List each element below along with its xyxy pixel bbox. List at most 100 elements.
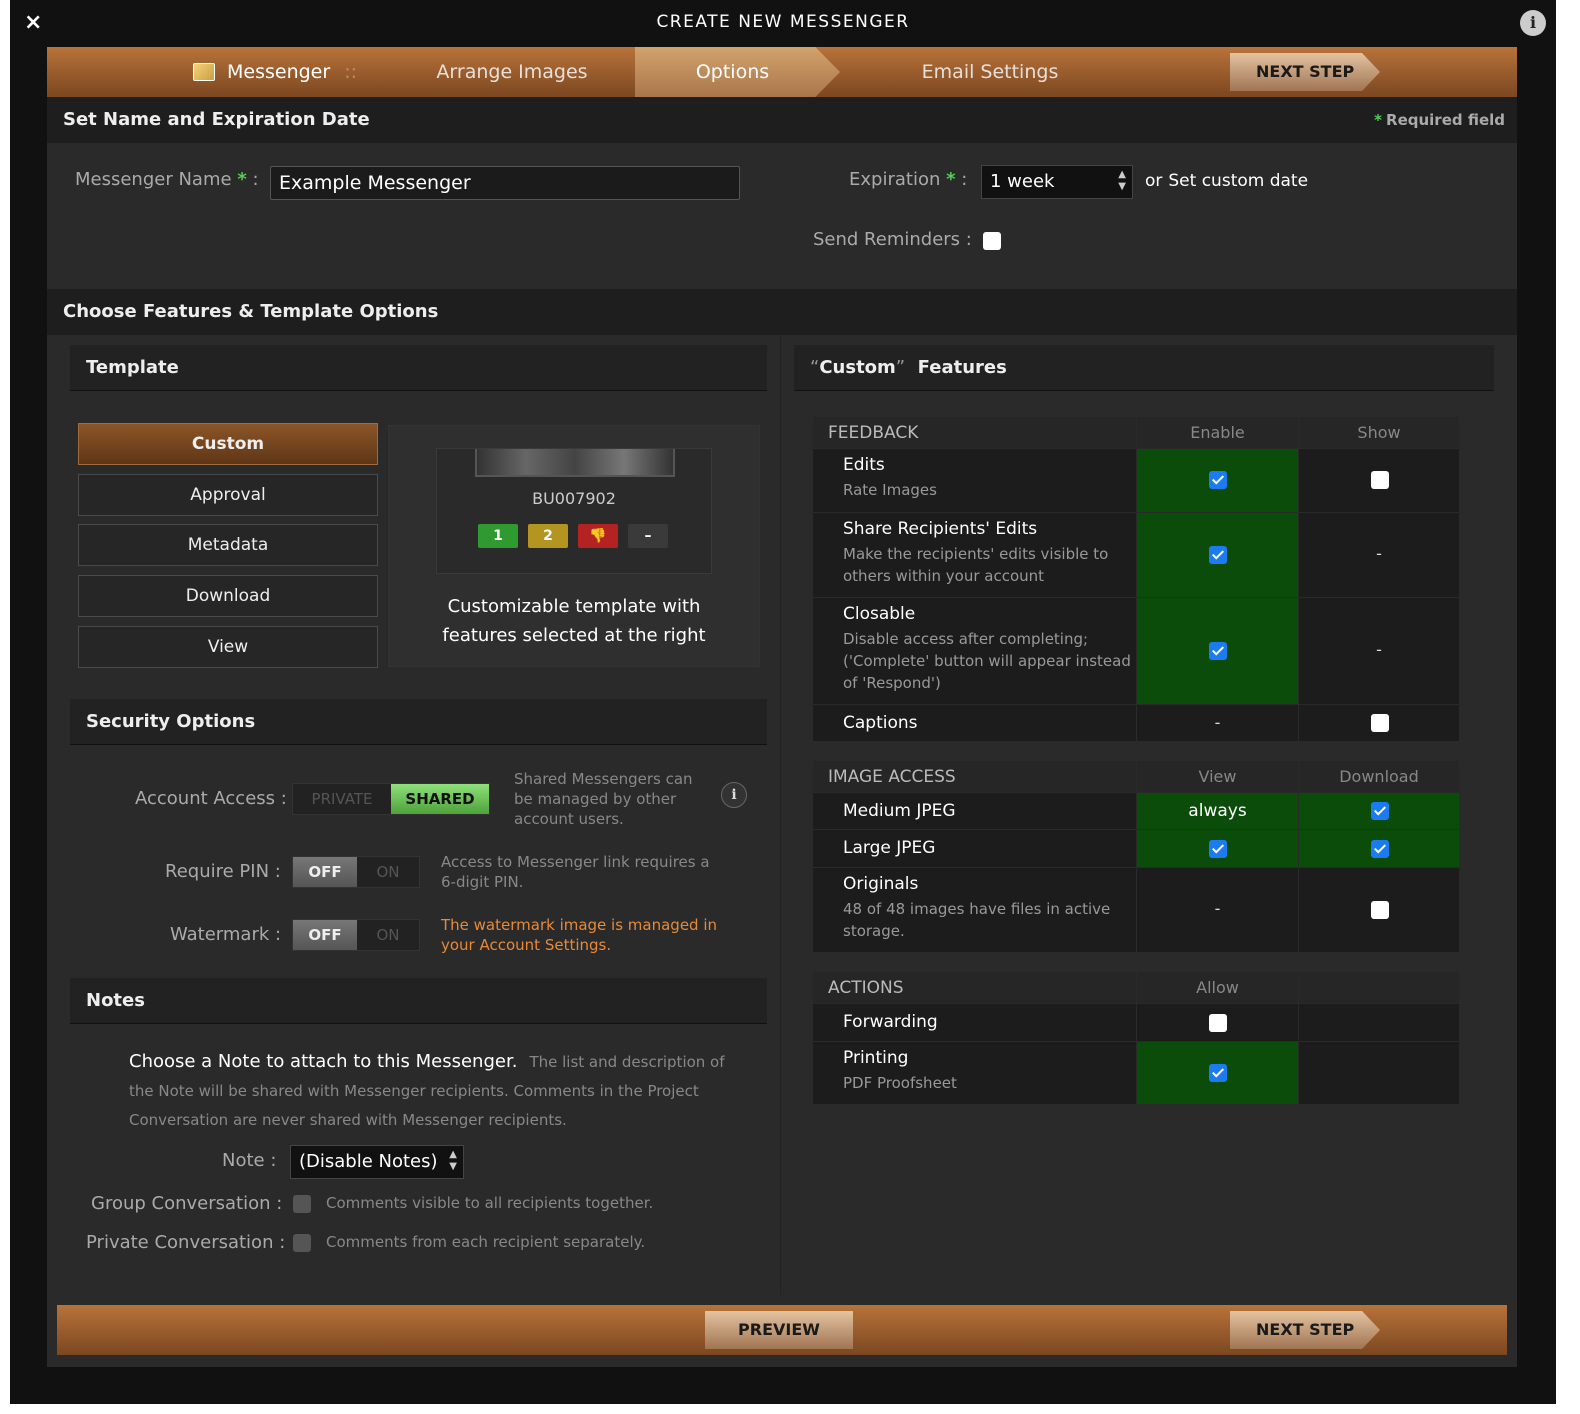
share-edits-enable-checkbox[interactable] (1209, 546, 1227, 564)
required-label: Required field (1386, 111, 1505, 129)
require-pin-label: Require PIN : (165, 861, 281, 882)
messenger-name-input[interactable]: Example Messenger (270, 166, 740, 200)
step-messenger[interactable]: Messenger:: (185, 47, 365, 97)
private-conversation-checkbox[interactable] (293, 1234, 311, 1252)
feature-row-large-jpeg: Large JPEG (813, 830, 1459, 868)
account-access-info-icon[interactable]: i (721, 782, 747, 808)
subtitle-line: storage. (843, 922, 905, 940)
originals-subtitle: 48 of 48 images have files in active sto… (843, 898, 1133, 942)
empty-column-header (1299, 972, 1459, 1003)
bottom-action-bar: PREVIEW NEXT STEP (57, 1305, 1507, 1355)
medium-jpeg-download-checkbox[interactable] (1371, 802, 1389, 820)
edits-subtitle: Rate Images (843, 481, 937, 499)
private-conversation-desc: Comments from each recipient separately. (326, 1233, 646, 1251)
watermark-toggle[interactable]: OFF ON (292, 919, 420, 951)
account-access-label: Account Access : (135, 788, 287, 809)
preview-button[interactable]: PREVIEW (705, 1311, 853, 1349)
image-access-header-row: IMAGE ACCESS View Download (813, 761, 1459, 793)
hint-line: account users. (514, 810, 624, 828)
step-email-settings[interactable]: Email Settings (890, 47, 1090, 97)
enable-column-header: Enable (1137, 417, 1298, 448)
thumbs-down-icon: 👎 (578, 524, 618, 548)
large-jpeg-view-cell (1137, 830, 1298, 867)
forwarding-allow-checkbox[interactable] (1209, 1014, 1227, 1032)
step-options-label: Options (695, 61, 770, 83)
feature-row-share-edits: Share Recipients' Edits Make the recipie… (813, 513, 1459, 598)
set-custom-date-link[interactable]: Set custom date (1168, 171, 1308, 191)
closable-enable-cell (1137, 598, 1298, 704)
actions-header: ACTIONS (813, 972, 1136, 1003)
modal-content: Messenger:: Arrange Images Options Email… (47, 47, 1517, 1367)
closable-enable-checkbox[interactable] (1209, 642, 1227, 660)
next-step-button-top[interactable]: NEXT STEP (1230, 53, 1380, 91)
hint-line: be managed by other (514, 790, 677, 808)
edits-show-cell (1299, 449, 1459, 512)
download-column-header: Download (1299, 761, 1459, 792)
template-panel-header: Template (70, 345, 767, 391)
printing-allow-checkbox[interactable] (1209, 1064, 1227, 1082)
feature-label-cell: Printing PDF Proofsheet (813, 1042, 1136, 1104)
feedback-table: FEEDBACK Enable Show Edits Rate Images S… (813, 417, 1459, 742)
step-options[interactable]: Options (635, 47, 840, 97)
pin-on-option[interactable]: ON (357, 857, 419, 887)
watermark-hint: The watermark image is managed in your A… (441, 915, 731, 955)
large-jpeg-view-checkbox[interactable] (1209, 840, 1227, 858)
originals-view-cell: - (1137, 868, 1298, 952)
group-conversation-checkbox[interactable] (293, 1195, 311, 1213)
expiration-select[interactable]: 1 week ▲ ▼ (981, 165, 1133, 199)
select-arrows-icon: ▲ ▼ (449, 1149, 457, 1172)
template-view-button[interactable]: View (78, 626, 378, 668)
closable-show-cell: - (1299, 598, 1459, 704)
note-select[interactable]: (Disable Notes) ▲ ▼ (290, 1145, 464, 1179)
shared-option[interactable]: SHARED (391, 784, 489, 814)
hint-line: 6-digit PIN. (441, 873, 524, 891)
template-custom-button[interactable]: Custom (78, 423, 378, 465)
create-messenger-modal: × CREATE NEW MESSENGER i Messenger:: Arr… (10, 0, 1556, 1404)
pin-off-option[interactable]: OFF (293, 857, 357, 887)
edits-enable-checkbox[interactable] (1209, 471, 1227, 489)
originals-download-checkbox[interactable] (1371, 901, 1389, 919)
feature-row-forwarding: Forwarding (813, 1004, 1459, 1042)
printing-subtitle: PDF Proofsheet (843, 1074, 957, 1092)
feature-label-cell: Captions (813, 705, 1136, 741)
feature-label-cell: Closable Disable access after completing… (813, 598, 1136, 704)
share-edits-title: Share Recipients' Edits (843, 519, 1038, 539)
feature-row-originals: Originals 48 of 48 images have files in … (813, 868, 1459, 953)
large-jpeg-download-checkbox[interactable] (1371, 840, 1389, 858)
medium-jpeg-title: Medium JPEG (843, 801, 956, 821)
medium-jpeg-download-cell (1299, 793, 1459, 829)
select-arrows-icon: ▲ ▼ (1118, 169, 1126, 192)
messenger-name-label-text: Messenger Name (75, 169, 232, 190)
closable-subtitle: Disable access after completing; ('Compl… (843, 628, 1133, 694)
rating-1-badge: 1 (478, 524, 518, 548)
forwarding-empty-cell (1299, 1004, 1459, 1041)
edits-enable-cell (1137, 449, 1298, 512)
send-reminders-checkbox[interactable] (983, 232, 1001, 250)
captions-show-checkbox[interactable] (1371, 714, 1389, 732)
step-separator: :: (344, 61, 357, 83)
feedback-header: FEEDBACK (813, 417, 1136, 448)
private-option[interactable]: PRIVATE (293, 784, 391, 814)
subtitle-line: Make the recipients' edits visible to (843, 545, 1109, 563)
watermark-off-option[interactable]: OFF (293, 920, 357, 950)
watermark-label: Watermark : (170, 924, 282, 945)
template-metadata-button[interactable]: Metadata (78, 524, 378, 566)
actions-header-row: ACTIONS Allow (813, 972, 1459, 1004)
template-download-button[interactable]: Download (78, 575, 378, 617)
template-approval-button[interactable]: Approval (78, 474, 378, 516)
printing-allow-cell (1137, 1042, 1298, 1104)
watermark-on-option[interactable]: ON (357, 920, 419, 950)
info-icon[interactable]: i (1520, 10, 1546, 36)
account-settings-link[interactable]: your Account Settings. (441, 936, 611, 954)
account-access-toggle[interactable]: PRIVATE SHARED (292, 783, 490, 815)
group-conversation-desc: Comments visible to all recipients toget… (326, 1194, 654, 1212)
require-pin-hint: Access to Messenger link requires a 6-di… (441, 852, 731, 892)
edits-show-checkbox[interactable] (1371, 471, 1389, 489)
or-text: or (1145, 171, 1163, 191)
captions-title: Captions (843, 713, 918, 733)
step-arrange-images[interactable]: Arrange Images (422, 47, 602, 97)
require-pin-toggle[interactable]: OFF ON (292, 856, 420, 888)
next-step-button-bottom[interactable]: NEXT STEP (1230, 1311, 1380, 1349)
account-access-hint: Shared Messengers can be managed by othe… (514, 769, 714, 829)
feature-row-medium-jpeg: Medium JPEG always (813, 793, 1459, 830)
